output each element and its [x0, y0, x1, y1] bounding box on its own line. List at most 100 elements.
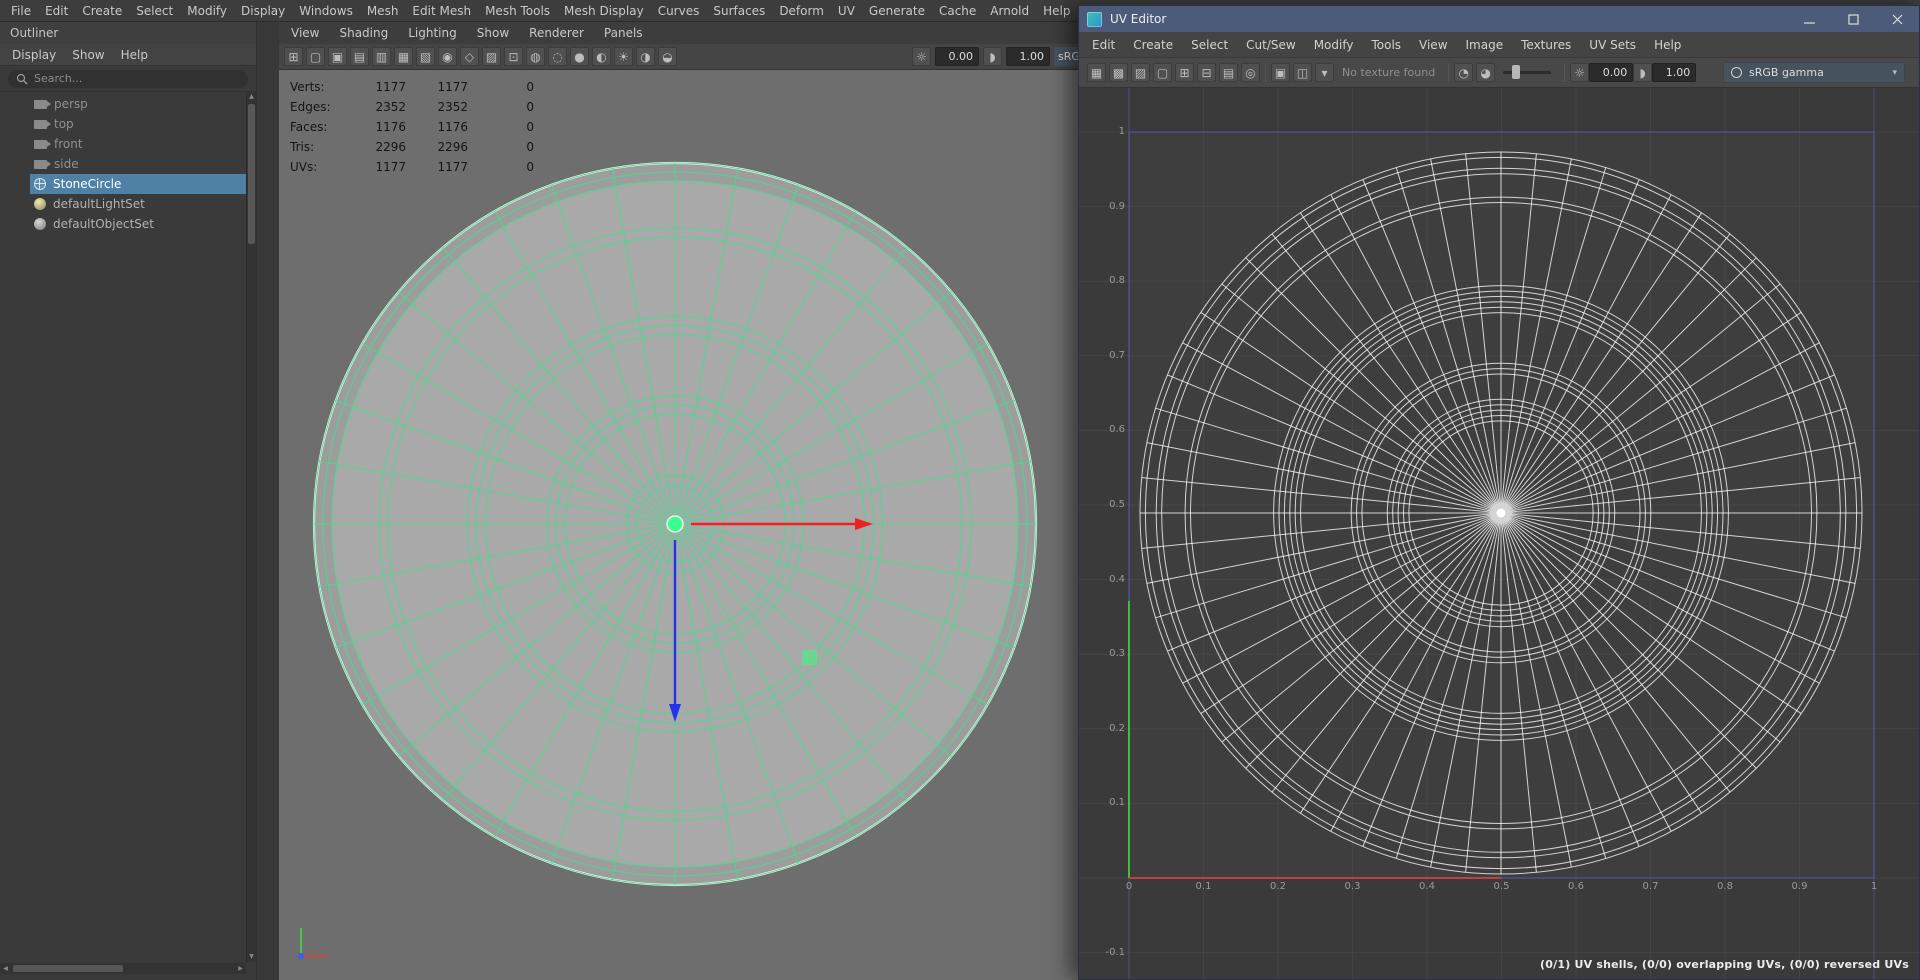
bookmarks-icon[interactable]: ◇ [460, 47, 479, 66]
smooth-shade-icon[interactable]: ● [570, 47, 589, 66]
outliner-item-defaultobjectset[interactable]: defaultObjectSet [0, 214, 256, 234]
xray-icon[interactable]: ◒ [658, 47, 677, 66]
maya-menu-display[interactable]: Display [234, 4, 292, 18]
gamma-icon[interactable]: ◗ [1633, 63, 1653, 82]
outliner-vertical-scrollbar[interactable]: ▲ ▼ [246, 92, 256, 962]
grid-icon[interactable]: ⊞ [284, 47, 303, 66]
uv-borders-icon[interactable]: ▢ [1153, 63, 1172, 82]
outliner-menu-show[interactable]: Show [64, 48, 112, 62]
uv-menu-textures[interactable]: Textures [1512, 38, 1580, 52]
outliner-item-defaultlightset[interactable]: defaultLightSet [0, 194, 256, 214]
maya-menu-cache[interactable]: Cache [932, 4, 983, 18]
maya-menu-file[interactable]: File [4, 4, 38, 18]
uv-menu-help[interactable]: Help [1645, 38, 1690, 52]
uv-menu-uv-sets[interactable]: UV Sets [1580, 38, 1645, 52]
viewport-menu-lighting[interactable]: Lighting [398, 26, 467, 40]
exposure-icon[interactable]: ☼ [1570, 63, 1590, 82]
maya-menu-edit[interactable]: Edit [38, 4, 75, 18]
oversampling-icon[interactable]: ◍ [526, 47, 545, 66]
image-dim-slider[interactable] [1503, 65, 1552, 79]
outliner-item-front[interactable]: front [0, 134, 256, 154]
uv-shade-shells-icon[interactable]: ▨ [1131, 63, 1150, 82]
use-all-lights-icon[interactable]: ☀ [614, 47, 633, 66]
image-display-icon[interactable]: ▣ [1271, 63, 1290, 82]
camera-attributes-icon[interactable]: ◉ [438, 47, 457, 66]
uv-editor-titlebar[interactable]: UV Editor [1079, 6, 1919, 32]
maya-menu-modify[interactable]: Modify [180, 4, 234, 18]
uv-pixel-snap-icon[interactable]: ⊟ [1197, 63, 1216, 82]
slider-thumb[interactable] [1512, 65, 1521, 79]
uv-tiles-icon[interactable]: ▤ [1219, 63, 1238, 82]
outliner-menu-help[interactable]: Help [113, 48, 156, 62]
shadows-icon[interactable]: ◑ [636, 47, 655, 66]
uv-menu-edit[interactable]: Edit [1083, 38, 1124, 52]
viewport-exposure-field[interactable]: 0.00 [935, 47, 979, 66]
isolate-select-icon[interactable]: ◎ [1241, 63, 1260, 82]
outliner-search-input[interactable]: Search... [8, 69, 248, 88]
image-plane-icon[interactable]: ▨ [482, 47, 501, 66]
two-d-pan-zoom-icon[interactable]: ⊡ [504, 47, 523, 66]
safe-title-icon[interactable]: ▧ [416, 47, 435, 66]
brighten-image-icon[interactable]: ◕ [1476, 63, 1496, 82]
dim-image-icon[interactable]: ◔ [1454, 63, 1474, 82]
uv-menu-view[interactable]: View [1410, 38, 1456, 52]
viewport-menu-panels[interactable]: Panels [594, 26, 653, 40]
viewport-menu-show[interactable]: Show [467, 26, 519, 40]
texture-options-caret-icon[interactable]: ▾ [1315, 63, 1334, 82]
gate-mask-icon[interactable]: ▤ [350, 47, 369, 66]
exposure-icon[interactable]: ☼ [912, 47, 931, 66]
scrollbar-thumb[interactable] [248, 104, 255, 244]
outliner-item-stonecircle[interactable]: StoneCircle [0, 174, 256, 194]
outliner-item-side[interactable]: side [0, 154, 256, 174]
scroll-right-icon[interactable]: ▶ [235, 965, 246, 972]
maya-menu-mesh-tools[interactable]: Mesh Tools [478, 4, 557, 18]
uv-menu-tools[interactable]: Tools [1362, 38, 1410, 52]
scroll-down-icon[interactable]: ▼ [247, 952, 256, 962]
close-button[interactable] [1875, 6, 1919, 32]
viewport-menu-shading[interactable]: Shading [329, 26, 398, 40]
outliner-item-persp[interactable]: persp [0, 94, 256, 114]
outliner-menu-display[interactable]: Display [4, 48, 64, 62]
maya-menu-help[interactable]: Help [1036, 4, 1077, 18]
uv-menu-image[interactable]: Image [1457, 38, 1513, 52]
uv-menu-modify[interactable]: Modify [1305, 38, 1363, 52]
uv-menu-cut-sew[interactable]: Cut/Sew [1237, 38, 1305, 52]
maya-menu-uv[interactable]: UV [831, 4, 862, 18]
textured-display-icon[interactable]: ◐ [592, 47, 611, 66]
uv-gamma-field[interactable]: 1.00 [1652, 63, 1697, 82]
maya-menu-deform[interactable]: Deform [772, 4, 831, 18]
maya-menu-mesh[interactable]: Mesh [360, 4, 406, 18]
uv-menu-select[interactable]: Select [1182, 38, 1237, 52]
uv-grid-icon[interactable]: ⊞ [1175, 63, 1194, 82]
viewport-menu-renderer[interactable]: Renderer [519, 26, 594, 40]
maya-menu-arnold[interactable]: Arnold [983, 4, 1036, 18]
field-chart-icon[interactable]: ▥ [372, 47, 391, 66]
film-gate-icon[interactable]: ▢ [306, 47, 325, 66]
outliner-horizontal-scrollbar[interactable]: ◀ ▶ [0, 963, 246, 974]
resolution-gate-icon[interactable]: ▣ [328, 47, 347, 66]
wireframe-display-icon[interactable]: ◌ [548, 47, 567, 66]
gamma-icon[interactable]: ◗ [983, 47, 1002, 66]
maya-menu-select[interactable]: Select [129, 4, 180, 18]
maya-menu-curves[interactable]: Curves [651, 4, 707, 18]
maya-menu-edit-mesh[interactable]: Edit Mesh [405, 4, 478, 18]
maya-menu-mesh-display[interactable]: Mesh Display [557, 4, 651, 18]
scroll-left-icon[interactable]: ◀ [0, 965, 11, 972]
maya-menu-surfaces[interactable]: Surfaces [706, 4, 772, 18]
uv-distortion-icon[interactable]: ▦ [1087, 63, 1106, 82]
scroll-up-icon[interactable]: ▲ [247, 92, 256, 102]
image-ratio-icon[interactable]: ◫ [1293, 63, 1312, 82]
safe-action-icon[interactable]: ▦ [394, 47, 413, 66]
maya-menu-generate[interactable]: Generate [862, 4, 932, 18]
maya-menu-create[interactable]: Create [75, 4, 129, 18]
scrollbar-thumb[interactable] [13, 965, 123, 972]
uv-exposure-field[interactable]: 0.00 [1589, 63, 1634, 82]
viewport-menu-view[interactable]: View [281, 26, 329, 40]
viewport-gamma-field[interactable]: 1.00 [1006, 47, 1050, 66]
uv-canvas[interactable]: 1 0.9 0.8 0.7 0.6 0.5 0.4 0.3 0.2 0.1 -0.1 0 0.1 0.2… [1079, 88, 1919, 979]
maya-menu-windows[interactable]: Windows [292, 4, 360, 18]
outliner-item-top[interactable]: top [0, 114, 256, 134]
view-transform-dropdown[interactable]: sRGB gamma ▾ [1723, 62, 1905, 83]
minimize-button[interactable] [1787, 6, 1831, 32]
uv-checker-icon[interactable]: ▩ [1109, 63, 1128, 82]
